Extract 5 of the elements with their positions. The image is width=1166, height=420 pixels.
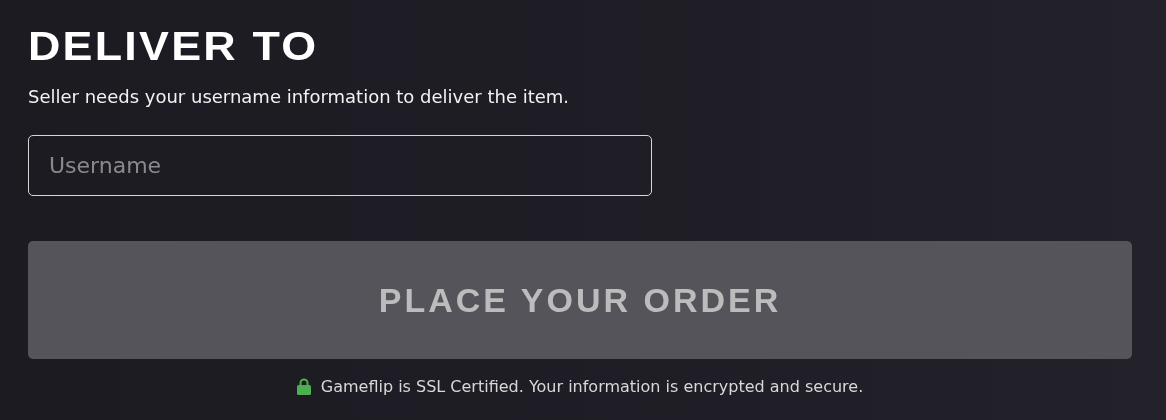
section-title: DELIVER TO [28, 23, 319, 70]
security-note: Gameflip is SSL Certified. Your information is encrypted and secure. [320, 377, 864, 396]
section-description: Seller needs your username information to deliver the item. [28, 86, 571, 107]
username-field[interactable]: Username [28, 135, 652, 196]
lock-icon [296, 378, 311, 395]
